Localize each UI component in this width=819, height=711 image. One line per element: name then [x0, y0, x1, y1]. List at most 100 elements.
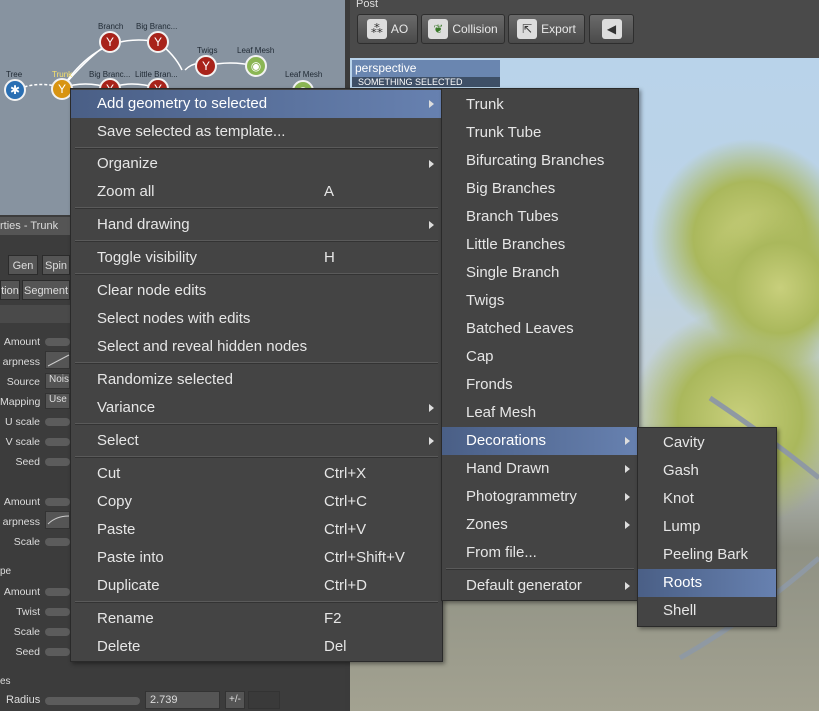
- menu-item-roots[interactable]: Roots: [638, 569, 776, 597]
- menu-item-cap[interactable]: Cap: [442, 343, 638, 371]
- menu-separator: [75, 240, 438, 242]
- menu-item-lump[interactable]: Lump: [638, 513, 776, 541]
- menu-item-leaf-mesh[interactable]: Leaf Mesh: [442, 399, 638, 427]
- tab-tion[interactable]: tion: [0, 280, 20, 300]
- menu-item-shortcut: Ctrl+V: [324, 521, 367, 538]
- tab-gen[interactable]: Gen: [8, 255, 38, 275]
- menu-item-select-reveal-hidden[interactable]: Select and reveal hidden nodes: [71, 333, 442, 361]
- seed-slider[interactable]: [45, 458, 70, 466]
- menu-item-label: Variance: [97, 399, 156, 416]
- menu-item-label: Shell: [663, 602, 697, 619]
- amount-slider[interactable]: [45, 588, 70, 596]
- variance-field[interactable]: [248, 691, 280, 709]
- menu-item-default-generator[interactable]: Default generator: [442, 572, 638, 600]
- amount-slider[interactable]: [45, 498, 70, 506]
- menu-item-hand-drawing[interactable]: Hand drawing: [71, 211, 442, 239]
- twist-slider[interactable]: [45, 608, 70, 616]
- menu-item-shortcut: Ctrl+D: [324, 577, 367, 594]
- tab-segment[interactable]: Segment: [22, 280, 70, 300]
- scale-slider[interactable]: [45, 538, 70, 546]
- back-button[interactable]: ◀: [589, 14, 634, 44]
- menu-item-variance[interactable]: Variance: [71, 394, 442, 422]
- menu-item-single-branch[interactable]: Single Branch: [442, 259, 638, 287]
- menu-item-clear-node-edits[interactable]: Clear node edits: [71, 277, 442, 305]
- menu-item-big-branches[interactable]: Big Branches: [442, 175, 638, 203]
- menu-item-fronds[interactable]: Fronds: [442, 371, 638, 399]
- ao-button-label: AO: [390, 22, 409, 36]
- menu-item-twigs[interactable]: Twigs: [442, 287, 638, 315]
- u-scale-slider[interactable]: [45, 418, 70, 426]
- menu-item-little-branches[interactable]: Little Branches: [442, 231, 638, 259]
- sharpness-curve[interactable]: [45, 511, 70, 529]
- menu-item-hand-drawn[interactable]: Hand Drawn: [442, 455, 638, 483]
- menu-item-decorations[interactable]: Decorations: [442, 427, 638, 455]
- menu-item-paste-into[interactable]: Paste into Ctrl+Shift+V: [71, 544, 442, 572]
- scale-slider[interactable]: [45, 628, 70, 636]
- menu-item-save-template[interactable]: Save selected as template...: [71, 118, 442, 146]
- menu-item-label: Little Branches: [466, 236, 566, 253]
- menu-item-shortcut: Del: [324, 638, 347, 655]
- menu-item-zoom-all[interactable]: Zoom all A: [71, 178, 442, 206]
- menu-item-label: Leaf Mesh: [466, 404, 537, 421]
- node-big-branches-1[interactable]: Y: [147, 31, 169, 53]
- menu-item-toggle-visibility[interactable]: Toggle visibility H: [71, 244, 442, 272]
- radius-slider[interactable]: [45, 697, 140, 705]
- submenu-arrow-icon: [429, 100, 434, 108]
- menu-item-zones[interactable]: Zones: [442, 511, 638, 539]
- menu-item-label: Copy: [97, 493, 133, 510]
- node-leaf-mesh-1[interactable]: ◉: [245, 55, 267, 77]
- menu-item-add-geometry[interactable]: Add geometry to selected: [71, 90, 442, 118]
- menu-item-branch-tubes[interactable]: Branch Tubes: [442, 203, 638, 231]
- menu-item-cavity[interactable]: Cavity: [638, 429, 776, 457]
- menu-item-knot[interactable]: Knot: [638, 485, 776, 513]
- node-label: Little Bran...: [135, 70, 178, 79]
- menu-item-randomize-selected[interactable]: Randomize selected: [71, 366, 442, 394]
- v-scale-slider[interactable]: [45, 438, 70, 446]
- radius-input[interactable]: 2.739: [145, 691, 220, 709]
- field-label: Amount: [3, 336, 40, 348]
- ao-button[interactable]: ⁂ AO: [357, 14, 418, 44]
- menu-item-copy[interactable]: Copy Ctrl+C: [71, 488, 442, 516]
- menu-item-batched-leaves[interactable]: Batched Leaves: [442, 315, 638, 343]
- menu-item-bifurcating-branches[interactable]: Bifurcating Branches: [442, 147, 638, 175]
- menu-item-select[interactable]: Select: [71, 427, 442, 455]
- menu-item-shortcut: H: [324, 249, 335, 266]
- source-select[interactable]: Nois: [45, 373, 70, 389]
- tab-spine[interactable]: Spin: [42, 255, 70, 275]
- menu-item-rename[interactable]: Rename F2: [71, 605, 442, 633]
- node-branch[interactable]: Y: [99, 31, 121, 53]
- properties-title: rties - Trunk: [0, 217, 70, 235]
- collision-button[interactable]: ❦ Collision: [421, 14, 505, 44]
- menu-item-from-file[interactable]: From file...: [442, 539, 638, 567]
- menu-item-paste[interactable]: Paste Ctrl+V: [71, 516, 442, 544]
- menu-item-gash[interactable]: Gash: [638, 457, 776, 485]
- menu-separator: [75, 147, 438, 149]
- menu-item-photogrammetry[interactable]: Photogrammetry: [442, 483, 638, 511]
- menu-item-select-nodes-with-edits[interactable]: Select nodes with edits: [71, 305, 442, 333]
- menu-item-cut[interactable]: Cut Ctrl+X: [71, 460, 442, 488]
- node-tree[interactable]: ✱: [4, 79, 26, 101]
- menu-item-trunk-tube[interactable]: Trunk Tube: [442, 119, 638, 147]
- amount-slider[interactable]: [45, 338, 70, 346]
- node-twigs[interactable]: Y: [195, 55, 217, 77]
- submenu-arrow-icon: [429, 404, 434, 412]
- menu-item-label: Select nodes with edits: [97, 310, 251, 327]
- menu-item-label: Select: [97, 432, 139, 449]
- export-button[interactable]: ⇱ Export: [508, 14, 585, 44]
- mapping-select[interactable]: Use: [45, 393, 70, 409]
- field-label: Amount: [3, 586, 40, 598]
- sharpness-curve[interactable]: [45, 351, 70, 369]
- menu-item-shell[interactable]: Shell: [638, 597, 776, 625]
- menu-item-trunk[interactable]: Trunk: [442, 91, 638, 119]
- menu-item-label: Default generator: [466, 577, 582, 594]
- menu-item-peeling-bark[interactable]: Peeling Bark: [638, 541, 776, 569]
- menu-item-label: Gash: [663, 462, 699, 479]
- node-label: Branch: [98, 22, 124, 31]
- menu-item-delete[interactable]: Delete Del: [71, 633, 442, 661]
- menu-item-label: Cavity: [663, 434, 705, 451]
- seed-slider[interactable]: [45, 648, 70, 656]
- menu-item-label: Fronds: [466, 376, 513, 393]
- menu-item-duplicate[interactable]: Duplicate Ctrl+D: [71, 572, 442, 600]
- menu-item-organize[interactable]: Organize: [71, 150, 442, 178]
- plus-minus-button[interactable]: +/-: [225, 691, 245, 709]
